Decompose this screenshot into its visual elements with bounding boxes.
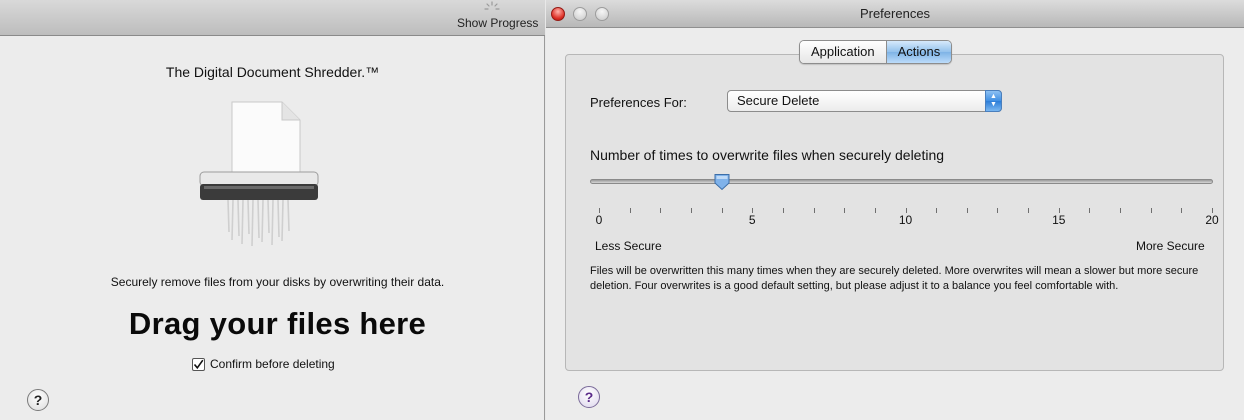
help-button-left[interactable]: ?	[27, 389, 49, 411]
overwrite-slider-track[interactable]	[590, 179, 1213, 184]
overwrite-explanation: Files will be overwritten this many time…	[590, 265, 1199, 292]
shredder-icon[interactable]	[196, 100, 322, 250]
preferences-for-value: Secure Delete	[737, 93, 820, 108]
preferences-titlebar: Preferences	[546, 0, 1244, 28]
slider-tick	[936, 208, 938, 213]
slider-tick	[629, 208, 631, 213]
slider-tick	[997, 208, 999, 213]
checkmark-icon	[193, 359, 204, 369]
app-title: The Digital Document Shredder.™	[165, 64, 380, 80]
tick-label: 5	[748, 213, 756, 227]
slider-tick	[1028, 208, 1030, 213]
show-progress-button[interactable]: Show Progress	[457, 16, 543, 30]
preferences-tabs: Application Actions	[799, 40, 953, 64]
less-secure-label: Less Secure	[595, 239, 662, 253]
slider-tick	[1120, 208, 1122, 213]
shredder-window: Show Progress The Digital Document Shred…	[0, 0, 545, 420]
slider-tick	[782, 208, 784, 213]
window-title: Preferences	[859, 6, 931, 21]
tab-actions[interactable]: Actions	[885, 41, 952, 63]
preferences-window: Preferences Application Actions Preferen…	[546, 0, 1244, 420]
overwrite-slider-knob[interactable]	[713, 173, 731, 191]
slider-tick	[660, 208, 662, 213]
slider-tick	[1181, 208, 1183, 213]
preferences-for-label: Preferences For:	[590, 95, 687, 110]
tick-label: 15	[1052, 213, 1066, 227]
overwrite-heading: Number of times to overwrite files when …	[590, 147, 945, 163]
slider-tick	[844, 208, 846, 213]
slider-tick	[721, 208, 723, 213]
shredder-description: Securely remove files from your disks by…	[110, 275, 445, 289]
tick-label: 0	[595, 213, 603, 227]
drop-zone-prompt[interactable]: Drag your files here	[0, 306, 555, 342]
more-secure-label: More Secure	[1136, 239, 1205, 253]
slider-tick	[874, 208, 876, 213]
preferences-for-popup[interactable]: Secure Delete ▲ ▼	[727, 90, 1002, 112]
shredder-toolbar: Show Progress	[0, 0, 545, 36]
help-button-right[interactable]: ?	[578, 386, 600, 408]
tick-label: 10	[898, 213, 913, 227]
confirm-checkbox[interactable]	[192, 357, 205, 371]
confirm-before-deleting-row[interactable]: Confirm before deleting	[192, 356, 335, 372]
slider-tick	[690, 208, 692, 213]
slider-tick	[1089, 208, 1091, 213]
spinner-icon	[484, 1, 500, 10]
slider-tick	[966, 208, 968, 213]
popup-arrows-icon: ▲ ▼	[985, 90, 1002, 112]
slider-tick	[1150, 208, 1152, 213]
slider-tick	[813, 208, 815, 213]
confirm-checkbox-label: Confirm before deleting	[210, 357, 335, 371]
tick-label: 20	[1205, 213, 1219, 227]
tab-application[interactable]: Application	[800, 41, 886, 63]
